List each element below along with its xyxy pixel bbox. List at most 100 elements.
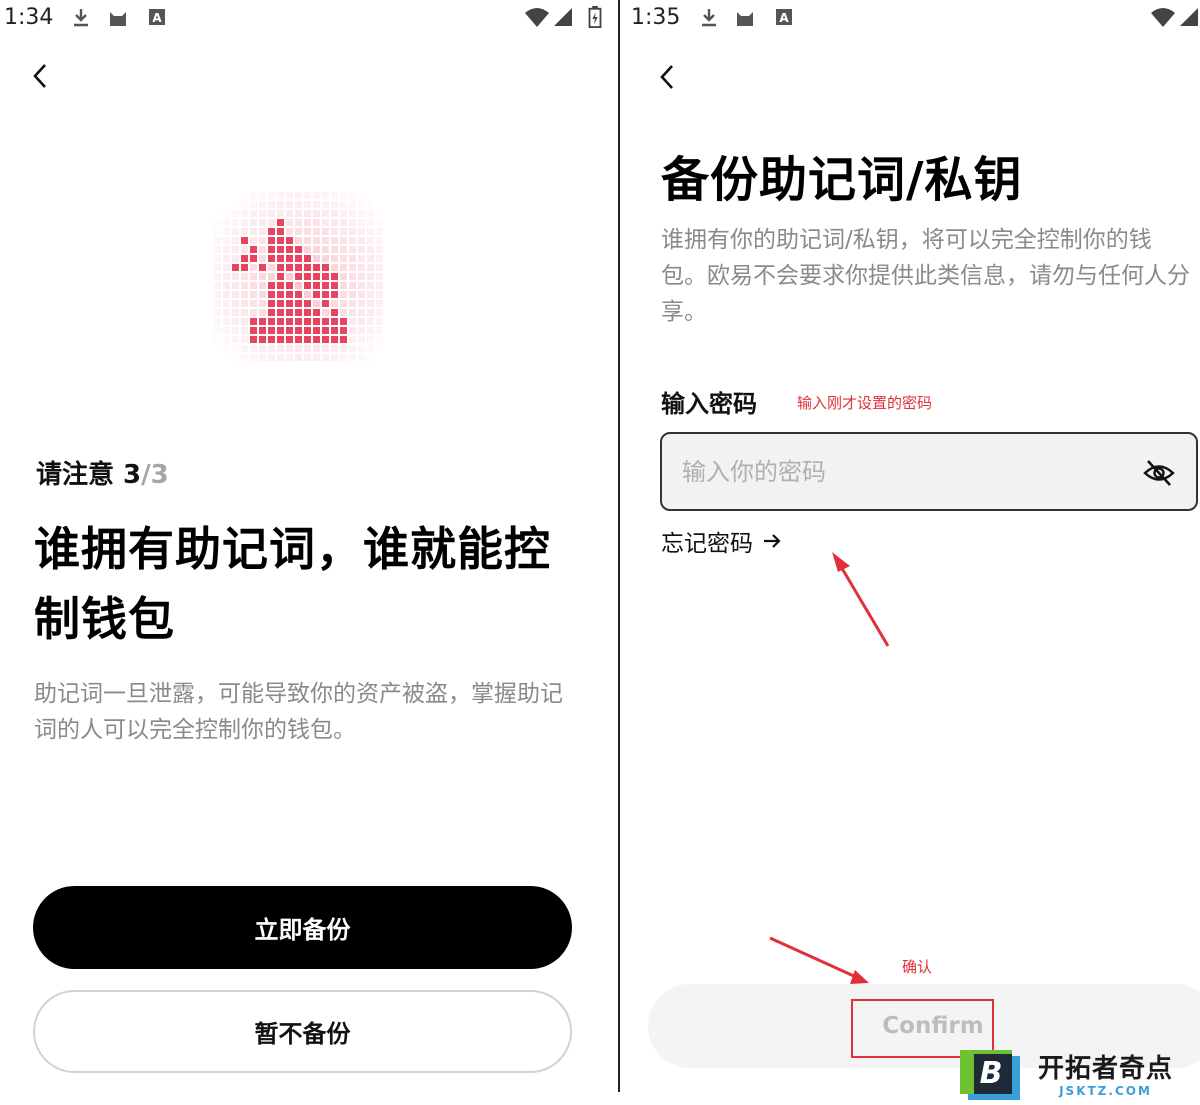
pixel-off	[322, 255, 329, 262]
pixel-on	[268, 291, 275, 298]
pixel-off	[223, 210, 230, 217]
pixel-on	[259, 318, 266, 325]
back-chevron-icon[interactable]	[653, 62, 683, 92]
pixel-off	[349, 192, 356, 199]
pixel-off	[304, 291, 311, 298]
pixel-off	[367, 255, 374, 262]
notice-step-current: 请注意 3	[36, 460, 142, 490]
pixel-on	[259, 336, 266, 343]
pixel-off	[223, 219, 230, 226]
pixel-on	[277, 300, 284, 307]
pixel-off	[232, 327, 239, 334]
pixel-on	[286, 246, 293, 253]
pixel-off	[250, 282, 257, 289]
pixel-off	[223, 327, 230, 334]
pixel-on	[268, 336, 275, 343]
pixel-off	[313, 345, 320, 352]
password-input[interactable]	[682, 452, 1122, 492]
pixel-on	[277, 318, 284, 325]
pixel-on	[322, 327, 329, 334]
pixel-off	[340, 264, 347, 271]
pixel-off	[376, 300, 383, 307]
pixel-off	[331, 192, 338, 199]
pixel-off	[322, 201, 329, 208]
pixel-off	[214, 336, 221, 343]
pixel-on	[331, 273, 338, 280]
eye-off-icon[interactable]	[1142, 456, 1176, 490]
password-label: 输入密码	[661, 390, 757, 418]
pixel-off	[241, 309, 248, 316]
pixel-off	[277, 192, 284, 199]
pixel-off	[349, 255, 356, 262]
pixel-off	[376, 219, 383, 226]
pixel-off	[214, 291, 221, 298]
pixel-off	[295, 237, 302, 244]
pixel-off	[340, 237, 347, 244]
pixel-on	[277, 219, 284, 226]
pixel-off	[259, 291, 266, 298]
pixel-off	[358, 309, 365, 316]
pixel-off	[367, 273, 374, 280]
pixel-on	[268, 318, 275, 325]
pixel-off	[358, 282, 365, 289]
pixel-off	[286, 345, 293, 352]
pixel-on	[304, 273, 311, 280]
pixel-on	[250, 327, 257, 334]
pixel-off	[367, 237, 374, 244]
pixel-off	[232, 345, 239, 352]
pixel-off	[349, 282, 356, 289]
pixel-on	[241, 255, 248, 262]
pixel-off	[223, 273, 230, 280]
pixel-off	[331, 345, 338, 352]
pixel-on	[322, 282, 329, 289]
pixel-off	[376, 345, 383, 352]
pixel-off	[250, 192, 257, 199]
pixel-on	[340, 318, 347, 325]
pixel-off	[358, 237, 365, 244]
pixel-off	[223, 282, 230, 289]
pixel-on	[313, 264, 320, 271]
watermark-en: JSKTZ.COM	[1059, 1083, 1152, 1098]
pixel-off	[295, 354, 302, 361]
pixel-off	[304, 192, 311, 199]
pixel-off	[340, 219, 347, 226]
pixel-off	[349, 327, 356, 334]
pixel-on	[259, 264, 266, 271]
pixel-off	[241, 291, 248, 298]
pixel-off	[340, 300, 347, 307]
pixel-on	[286, 309, 293, 316]
pixel-off	[358, 318, 365, 325]
pixel-off	[268, 264, 275, 271]
skip-backup-button[interactable]: 暂不备份	[33, 990, 572, 1073]
pixel-off	[313, 219, 320, 226]
pixel-off	[295, 228, 302, 235]
pixel-on	[295, 264, 302, 271]
pixel-off	[250, 273, 257, 280]
pixel-on	[286, 300, 293, 307]
pixel-on	[241, 237, 248, 244]
pixel-on	[286, 336, 293, 343]
pixel-on	[268, 237, 275, 244]
pixel-off	[367, 282, 374, 289]
password-field[interactable]	[660, 432, 1198, 511]
pixel-on	[322, 291, 329, 298]
pixel-off	[232, 219, 239, 226]
forgot-password-label: 忘记密码	[661, 531, 753, 557]
pixel-off	[214, 327, 221, 334]
pixel-off	[223, 237, 230, 244]
pixel-off	[286, 219, 293, 226]
pixel-off	[259, 228, 266, 235]
pixel-off	[358, 201, 365, 208]
pixel-off	[232, 201, 239, 208]
forgot-password-link[interactable]: 忘记密码	[661, 524, 783, 558]
pixel-off	[232, 300, 239, 307]
pixel-off	[313, 201, 320, 208]
pixel-off	[340, 309, 347, 316]
backup-now-button[interactable]: 立即备份	[33, 886, 572, 969]
pixel-off	[241, 300, 248, 307]
pixel-off	[277, 201, 284, 208]
pixel-off	[295, 219, 302, 226]
signal-icon	[554, 8, 572, 26]
app-a-icon: A	[149, 9, 165, 25]
back-chevron-icon[interactable]	[26, 61, 56, 91]
